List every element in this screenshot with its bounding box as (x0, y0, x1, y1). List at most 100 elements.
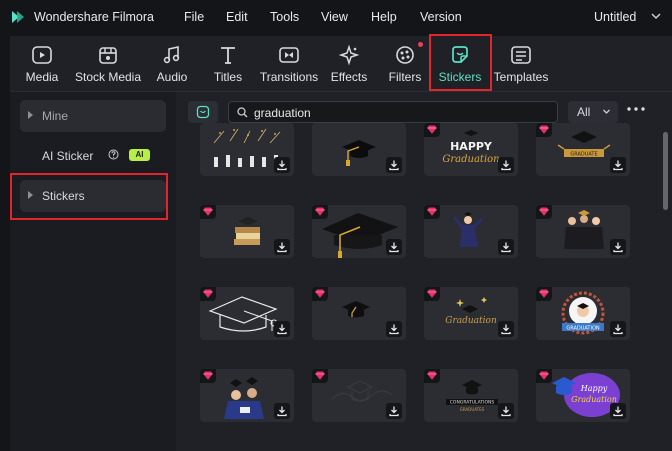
download-icon[interactable] (610, 321, 626, 337)
menu-file[interactable]: File (184, 10, 204, 24)
stock-media-icon (99, 47, 117, 64)
menu-edit[interactable]: Edit (226, 10, 248, 24)
download-icon[interactable] (498, 239, 514, 255)
svg-text:GRADUATION: GRADUATION (566, 326, 600, 332)
sticker-thumbnail[interactable] (200, 369, 294, 422)
sticker-thumbnail[interactable]: GRADUATION (536, 287, 630, 340)
sticker-small-icon (196, 105, 210, 119)
title-bar: Wondershare Filmora File Edit Tools View… (0, 0, 672, 34)
download-icon[interactable] (274, 403, 290, 419)
sticker-thumbnail[interactable]: GRADUATE (536, 123, 630, 176)
svg-text:Graduation: Graduation (445, 316, 497, 326)
filter-value: All (577, 105, 591, 119)
menu-tools[interactable]: Tools (270, 10, 299, 24)
sticker-thumbnail[interactable]: Graduation (424, 287, 518, 340)
premium-gem-icon (312, 369, 328, 383)
tab-audio[interactable]: Audio (148, 36, 196, 92)
filmora-logo-icon (12, 11, 24, 23)
templates-icon (511, 46, 531, 64)
tab-titles[interactable]: Titles (204, 36, 252, 92)
svg-text:GRADUATE: GRADUATE (570, 152, 597, 158)
main-panel: Media Stock Media Audio Titles Transitio… (10, 34, 672, 451)
tab-effects[interactable]: Effects (324, 36, 374, 92)
filters-icon (396, 46, 414, 64)
more-options-icon[interactable] (626, 105, 646, 113)
download-icon[interactable] (386, 157, 402, 173)
sticker-thumbnail[interactable] (312, 287, 406, 340)
premium-gem-icon (424, 287, 440, 301)
download-icon[interactable] (386, 321, 402, 337)
stickers-category-highlight-box (10, 173, 168, 220)
search-input[interactable] (254, 105, 544, 120)
premium-gem-icon (536, 205, 552, 219)
search-icon (237, 107, 248, 118)
tab-audio-label: Audio (156, 70, 188, 84)
menu-version[interactable]: Version (420, 10, 462, 24)
sidebar: Mine AI Sticker AI Stickers (10, 92, 176, 451)
sticker-thumbnail[interactable] (312, 205, 406, 258)
download-icon[interactable] (498, 321, 514, 337)
download-icon[interactable] (610, 157, 626, 173)
sidebar-item-ai-sticker[interactable]: AI Sticker AI (20, 140, 166, 172)
premium-gem-icon (424, 123, 440, 137)
tab-templates-label: Templates (493, 70, 549, 84)
tab-templates[interactable]: Templates (490, 36, 552, 92)
expand-arrow-icon (28, 111, 33, 119)
sticker-thumbnail[interactable]: HAPPY Graduation (424, 123, 518, 176)
filters-notification-dot (418, 42, 423, 47)
premium-gem-icon (536, 123, 552, 137)
tab-media[interactable]: Media (18, 36, 66, 92)
tab-media-label: Media (25, 70, 59, 84)
sticker-thumbnail[interactable] (200, 287, 294, 340)
premium-gem-icon (200, 287, 216, 301)
download-icon[interactable] (498, 403, 514, 419)
search-box[interactable] (228, 101, 558, 123)
download-icon[interactable] (498, 157, 514, 173)
download-icon[interactable] (274, 321, 290, 337)
sticker-thumbnail[interactable]: Happy Graduation (536, 369, 630, 422)
svg-text:Happy: Happy (580, 384, 608, 393)
sidebar-item-mine[interactable]: Mine (20, 100, 166, 132)
premium-gem-icon (312, 287, 328, 301)
asset-toolbar: Media Stock Media Audio Titles Transitio… (10, 34, 672, 92)
vertical-scrollbar[interactable] (663, 132, 668, 210)
help-icon[interactable] (108, 149, 119, 160)
download-icon[interactable] (386, 239, 402, 255)
tab-stock-media[interactable]: Stock Media (70, 36, 146, 92)
premium-gem-icon (312, 205, 328, 219)
transitions-icon (279, 47, 299, 63)
menu-help[interactable]: Help (371, 10, 397, 24)
download-icon[interactable] (274, 157, 290, 173)
sticker-category-button[interactable] (188, 101, 218, 123)
premium-gem-icon (424, 369, 440, 383)
sticker-thumbnail[interactable] (312, 123, 406, 176)
sticker-thumbnail[interactable] (312, 369, 406, 422)
sticker-thumbnail[interactable] (424, 205, 518, 258)
filter-dropdown[interactable]: All (568, 101, 618, 123)
app-name: Wondershare Filmora (34, 10, 154, 24)
sidebar-item-label: Mine (42, 109, 69, 123)
sticker-browser: All HAPPYGraduation GRADUATE Graduation GRA… (176, 92, 672, 451)
menu-view[interactable]: View (321, 10, 348, 24)
download-icon[interactable] (610, 403, 626, 419)
download-icon[interactable] (610, 239, 626, 255)
sticker-thumbnail[interactable] (200, 205, 294, 258)
chevron-down-icon (603, 109, 610, 114)
download-icon[interactable] (386, 403, 402, 419)
sticker-thumbnail[interactable] (200, 123, 294, 176)
ai-badge: AI (129, 149, 150, 161)
download-icon[interactable] (274, 239, 290, 255)
sticker-thumbnail[interactable]: CONGRATULATIONS GRADUATES (424, 369, 518, 422)
svg-text:Graduation: Graduation (571, 395, 617, 404)
tab-filters-label: Filters (388, 70, 422, 84)
sticker-thumbnail[interactable] (536, 205, 630, 258)
tab-titles-label: Titles (213, 70, 243, 84)
premium-gem-icon (200, 369, 216, 383)
tab-transitions-label: Transitions (259, 70, 319, 84)
media-icon (32, 46, 52, 64)
premium-gem-icon (536, 287, 552, 301)
stickers-highlight-box (429, 34, 492, 91)
chevron-down-icon[interactable] (649, 9, 663, 23)
premium-gem-icon (424, 205, 440, 219)
tab-transitions[interactable]: Transitions (256, 36, 322, 92)
